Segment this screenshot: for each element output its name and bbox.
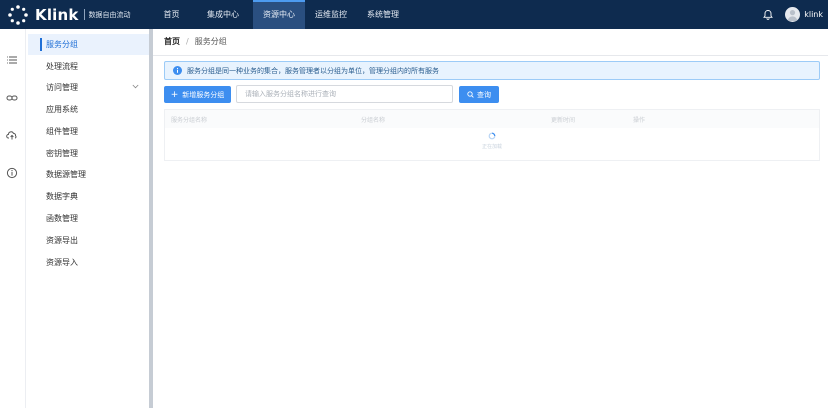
- user-area: klink: [762, 0, 828, 29]
- column-header-actions: 操作: [633, 117, 646, 124]
- top-navigation-bar: Klink 数据自由流动 首页 集成中心 资源中心 运维监控 系统管理 klin…: [0, 0, 828, 29]
- nav-item-label: 首页: [163, 10, 180, 19]
- loading-text: 正在加载: [482, 144, 503, 150]
- breadcrumb: 首页 / 服务分组: [164, 36, 227, 47]
- search-icon: [467, 91, 474, 98]
- sidebar-item-resource-export[interactable]: 资源导出: [28, 230, 149, 251]
- sidebar-item-label: 处理流程: [46, 62, 78, 71]
- klink-logo-icon: [8, 4, 28, 25]
- breadcrumb-home[interactable]: 首页: [164, 36, 180, 47]
- nav-item-integration[interactable]: 集成中心: [193, 0, 253, 29]
- sidebar-item-label: 应用系统: [46, 105, 78, 114]
- sidebar-item-datasources[interactable]: 数据源管理: [28, 164, 149, 185]
- nav-item-label: 运维监控: [315, 10, 347, 19]
- nav-item-system[interactable]: 系统管理: [357, 0, 409, 29]
- cloud-upload-icon[interactable]: [6, 129, 18, 141]
- sidebar-menu: 服务分组 处理流程 访问管理 应用系统 组件管理 密钥管理 数据源管理 数据字典…: [28, 29, 149, 408]
- breadcrumb-separator: /: [186, 37, 189, 46]
- table-header: 服务分组名称 分组名称 更新时间 操作: [165, 110, 819, 128]
- icon-rail: [0, 29, 26, 408]
- nav-item-label: 资源中心: [263, 10, 295, 19]
- sidebar-item-keys[interactable]: 密钥管理: [28, 143, 149, 164]
- query-button[interactable]: 查询: [459, 86, 499, 103]
- sidebar-item-access-management[interactable]: 访问管理: [28, 77, 149, 98]
- service-group-table: 服务分组名称 分组名称 更新时间 操作 正在加载: [164, 109, 820, 161]
- user-avatar-icon: [787, 10, 798, 21]
- column-header-group-name: 服务分组名称: [171, 117, 208, 124]
- logo-text: Klink: [35, 5, 79, 24]
- logo[interactable]: Klink 数据自由流动: [0, 0, 150, 29]
- sidebar-item-label: 组件管理: [46, 127, 78, 136]
- nav-item-label: 系统管理: [367, 10, 399, 19]
- nav-item-home[interactable]: 首页: [150, 0, 193, 29]
- sidebar-item-service-group[interactable]: 服务分组: [28, 34, 149, 55]
- search-input[interactable]: [236, 85, 453, 103]
- sidebar-item-label: 数据字典: [46, 192, 78, 201]
- plus-icon: +: [170, 89, 179, 100]
- bell-icon[interactable]: [762, 9, 774, 21]
- add-button-label: 新增服务分组: [182, 90, 225, 99]
- info-circle-icon[interactable]: [6, 167, 18, 179]
- sidebar-item-label: 密钥管理: [46, 149, 78, 158]
- main-content: 首页 / 服务分组 服务分组是同一种业务的集合，服务管理者以分组为单位，管理分组…: [153, 29, 828, 408]
- chevron-down-icon: [132, 84, 139, 89]
- main-nav: 首页 集成中心 资源中心 运维监控 系统管理: [150, 0, 409, 29]
- avatar[interactable]: [785, 7, 801, 22]
- breadcrumb-current: 服务分组: [194, 37, 227, 46]
- info-icon: [173, 66, 182, 75]
- sidebar-item-label: 资源导出: [46, 236, 78, 245]
- nav-item-resource-center[interactable]: 资源中心: [253, 0, 305, 29]
- sidebar-item-functions[interactable]: 函数管理: [28, 208, 149, 229]
- column-header-name: 分组名称: [361, 117, 386, 124]
- sidebar-item-label: 资源导入: [46, 258, 78, 267]
- nav-item-label: 集成中心: [207, 10, 239, 19]
- sidebar-item-label: 函数管理: [46, 214, 78, 223]
- sidebar-item-components[interactable]: 组件管理: [28, 121, 149, 142]
- sidebar-item-data-dictionary[interactable]: 数据字典: [28, 186, 149, 207]
- breadcrumb-divider: [153, 55, 828, 56]
- query-button-label: 查询: [477, 90, 491, 99]
- loading-spinner-icon: [488, 132, 496, 140]
- info-notice: 服务分组是同一种业务的集合，服务管理者以分组为单位，管理分组内的所有服务: [164, 61, 820, 80]
- sidebar-item-applications[interactable]: 应用系统: [28, 99, 149, 120]
- nav-item-ops-monitor[interactable]: 运维监控: [305, 0, 357, 29]
- sidebar-item-label: 访问管理: [46, 83, 78, 92]
- add-service-group-button[interactable]: + 新增服务分组: [164, 86, 231, 103]
- notice-text: 服务分组是同一种业务的集合，服务管理者以分组为单位，管理分组内的所有服务: [187, 66, 439, 75]
- column-header-updated: 更新时间: [551, 117, 576, 124]
- logo-subtitle: 数据自由流动: [88, 10, 131, 19]
- sidebar-item-process-flow[interactable]: 处理流程: [28, 56, 149, 77]
- logo-divider: [83, 9, 85, 20]
- sidebar-item-label: 服务分组: [46, 40, 78, 49]
- list-menu-icon[interactable]: [6, 54, 18, 66]
- sidebar-item-resource-import[interactable]: 资源导入: [28, 252, 149, 273]
- username[interactable]: klink: [804, 10, 823, 19]
- link-icon[interactable]: [6, 92, 18, 104]
- sidebar-item-label: 数据源管理: [46, 170, 86, 179]
